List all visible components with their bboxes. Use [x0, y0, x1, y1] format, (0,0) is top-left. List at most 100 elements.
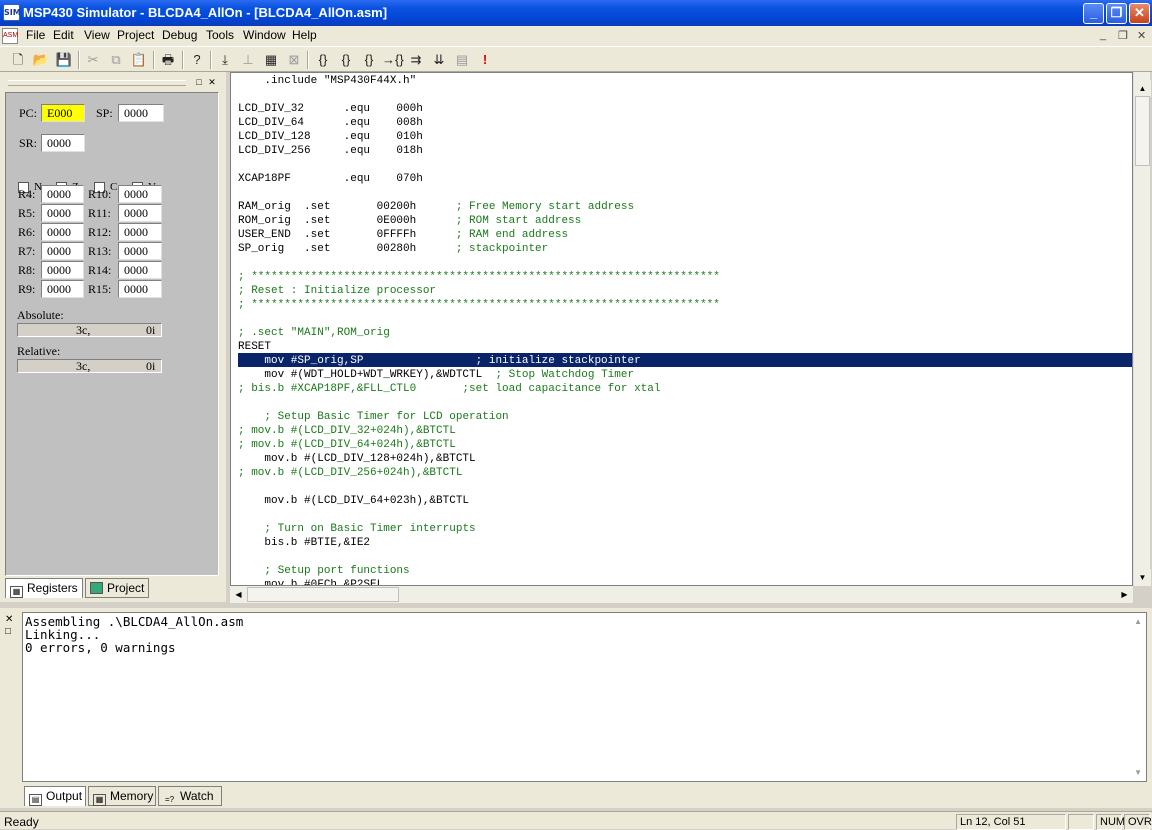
r10-field[interactable]: 0000: [118, 185, 162, 203]
reset-icon[interactable]: ⇉: [406, 50, 426, 70]
code-line[interactable]: LCD_DIV_128 .equ 010h: [238, 130, 720, 144]
restore-button[interactable]: ❐: [1106, 3, 1127, 24]
r4-field[interactable]: 0000: [41, 185, 84, 203]
code-line[interactable]: [238, 396, 720, 410]
code-line[interactable]: LCD_DIV_256 .equ 018h: [238, 144, 720, 158]
code-line[interactable]: bis.b #BTIE,&IE2: [238, 536, 720, 550]
code-line[interactable]: [238, 88, 720, 102]
code-line[interactable]: RAM_orig .set 00200h ; Free Memory start…: [238, 200, 720, 214]
r9-field[interactable]: 0000: [41, 280, 84, 298]
code-line[interactable]: ; mov.b #(LCD_DIV_64+024h),&BTCTL: [238, 438, 720, 452]
step-out-icon[interactable]: {}: [359, 50, 379, 70]
code-line[interactable]: LCD_DIV_64 .equ 008h: [238, 116, 720, 130]
code-line[interactable]: ; Reset : Initialize processor: [238, 284, 720, 298]
sr-field[interactable]: 0000: [41, 134, 85, 152]
r5-field[interactable]: 0000: [41, 204, 84, 222]
print-icon[interactable]: 🖶: [158, 50, 178, 70]
tab-output[interactable]: ▤ Output: [24, 786, 86, 806]
code-line[interactable]: ; mov.b #(LCD_DIV_256+024h),&BTCTL: [238, 466, 720, 480]
step-over-icon[interactable]: {}: [336, 50, 356, 70]
mdi-restore-button[interactable]: ❐: [1118, 29, 1128, 42]
r15-field[interactable]: 0000: [118, 280, 162, 298]
code-line[interactable]: ; Turn on Basic Timer interrupts: [238, 522, 720, 536]
r13-field[interactable]: 0000: [118, 242, 162, 260]
horizontal-scroll-thumb[interactable]: [247, 587, 399, 602]
code-line[interactable]: [238, 550, 720, 564]
tab-memory[interactable]: ▦ Memory: [88, 786, 156, 806]
r7-field[interactable]: 0000: [41, 242, 84, 260]
r6-field[interactable]: 0000: [41, 223, 84, 241]
code-line[interactable]: mov.b #0FCh,&P2SEL: [238, 578, 720, 585]
mdi-close-button[interactable]: ✕: [1137, 29, 1146, 42]
code-line[interactable]: ; Setup port functions: [238, 564, 720, 578]
erase-icon[interactable]: ⊥: [238, 50, 258, 70]
code-line[interactable]: [238, 158, 720, 172]
close-button[interactable]: ✕: [1129, 3, 1150, 24]
code-line[interactable]: XCAP18PF .equ 070h: [238, 172, 720, 186]
code-line[interactable]: LCD_DIV_32 .equ 000h: [238, 102, 720, 116]
mdi-minimize-button[interactable]: _: [1100, 29, 1106, 41]
scroll-down-button[interactable]: ▼: [1134, 569, 1151, 586]
editor-horizontal-scrollbar[interactable]: ◀ ▶: [230, 586, 1133, 603]
sp-field[interactable]: 0000: [118, 104, 164, 122]
breakpoint-icon[interactable]: ⊠: [284, 50, 304, 70]
menu-edit[interactable]: Edit: [53, 28, 74, 42]
output-maximize-button[interactable]: □: [5, 626, 11, 637]
tab-registers[interactable]: ▦ Registers: [5, 578, 83, 598]
code-line[interactable]: ROM_orig .set 0E000h ; ROM start address: [238, 214, 720, 228]
code-line[interactable]: mov.b #(LCD_DIV_64+023h),&BTCTL: [238, 494, 720, 508]
document-icon[interactable]: ASM: [2, 28, 18, 44]
step-icon[interactable]: ⇊: [429, 50, 449, 70]
menu-project[interactable]: Project: [117, 28, 154, 42]
scroll-right-button[interactable]: ▶: [1116, 586, 1133, 603]
output-scroll-down-button[interactable]: ▼: [1134, 768, 1142, 777]
code-line[interactable]: [238, 312, 720, 326]
download-icon[interactable]: ⤓: [215, 50, 235, 70]
code-line[interactable]: mov #SP_orig,SP ; initialize stackpointe…: [238, 354, 720, 368]
animate-icon[interactable]: ▤: [452, 50, 472, 70]
menu-tools[interactable]: Tools: [206, 28, 234, 42]
pc-field[interactable]: E000: [41, 104, 85, 122]
step-into-icon[interactable]: {}: [313, 50, 333, 70]
code-line[interactable]: [238, 256, 720, 270]
code-line[interactable]: [238, 508, 720, 522]
menu-help[interactable]: Help: [292, 28, 317, 42]
r8-field[interactable]: 0000: [41, 261, 84, 279]
minimize-button[interactable]: _: [1083, 3, 1104, 24]
cut-icon[interactable]: ✂: [83, 50, 103, 70]
scroll-left-button[interactable]: ◀: [230, 586, 247, 603]
r11-field[interactable]: 0000: [118, 204, 162, 222]
output-scroll-up-button[interactable]: ▲: [1134, 617, 1142, 626]
tab-project[interactable]: Project: [85, 578, 149, 598]
code-line[interactable]: [238, 186, 720, 200]
editor-vertical-scrollbar[interactable]: ▲ ▼: [1133, 72, 1151, 586]
menu-debug[interactable]: Debug: [162, 28, 197, 42]
pane-close-button[interactable]: ✕: [207, 77, 217, 87]
menu-file[interactable]: File: [26, 28, 45, 42]
pane-maximize-button[interactable]: □: [194, 77, 204, 87]
code-line[interactable]: ; bis.b #XCAP18PF,&FLL_CTL0 ;set load ca…: [238, 382, 720, 396]
source-code[interactable]: .include "MSP430F44X.h" LCD_DIV_32 .equ 0…: [238, 74, 720, 585]
code-line[interactable]: USER_END .set 0FFFFh ; RAM end address: [238, 228, 720, 242]
code-line[interactable]: [238, 480, 720, 494]
code-line[interactable]: mov #(WDT_HOLD+WDT_WRKEY),&WDTCTL ; Stop…: [238, 368, 720, 382]
stop-icon[interactable]: !: [475, 50, 495, 70]
output-close-button[interactable]: ✕: [5, 614, 13, 625]
code-line[interactable]: ; **************************************…: [238, 270, 720, 284]
code-line[interactable]: ; **************************************…: [238, 298, 720, 312]
save-icon[interactable]: 💾: [54, 50, 74, 70]
code-line[interactable]: .include "MSP430F44X.h": [238, 74, 720, 88]
tab-watch[interactable]: =? Watch: [158, 786, 222, 806]
menu-view[interactable]: View: [84, 28, 110, 42]
output-window[interactable]: Assembling .\BLCDA4_AllOn.asm Linking...…: [22, 612, 1147, 782]
vertical-scroll-thumb[interactable]: [1135, 96, 1150, 166]
r12-field[interactable]: 0000: [118, 223, 162, 241]
menu-window[interactable]: Window: [243, 28, 286, 42]
code-line[interactable]: mov.b #(LCD_DIV_128+024h),&BTCTL: [238, 452, 720, 466]
code-line[interactable]: RESET: [238, 340, 720, 354]
new-file-icon[interactable]: 🗋: [8, 50, 28, 70]
paste-icon[interactable]: 📋: [129, 50, 149, 70]
build-icon[interactable]: ▦: [261, 50, 281, 70]
code-editor[interactable]: .include "MSP430F44X.h" LCD_DIV_32 .equ 0…: [230, 72, 1133, 586]
r14-field[interactable]: 0000: [118, 261, 162, 279]
